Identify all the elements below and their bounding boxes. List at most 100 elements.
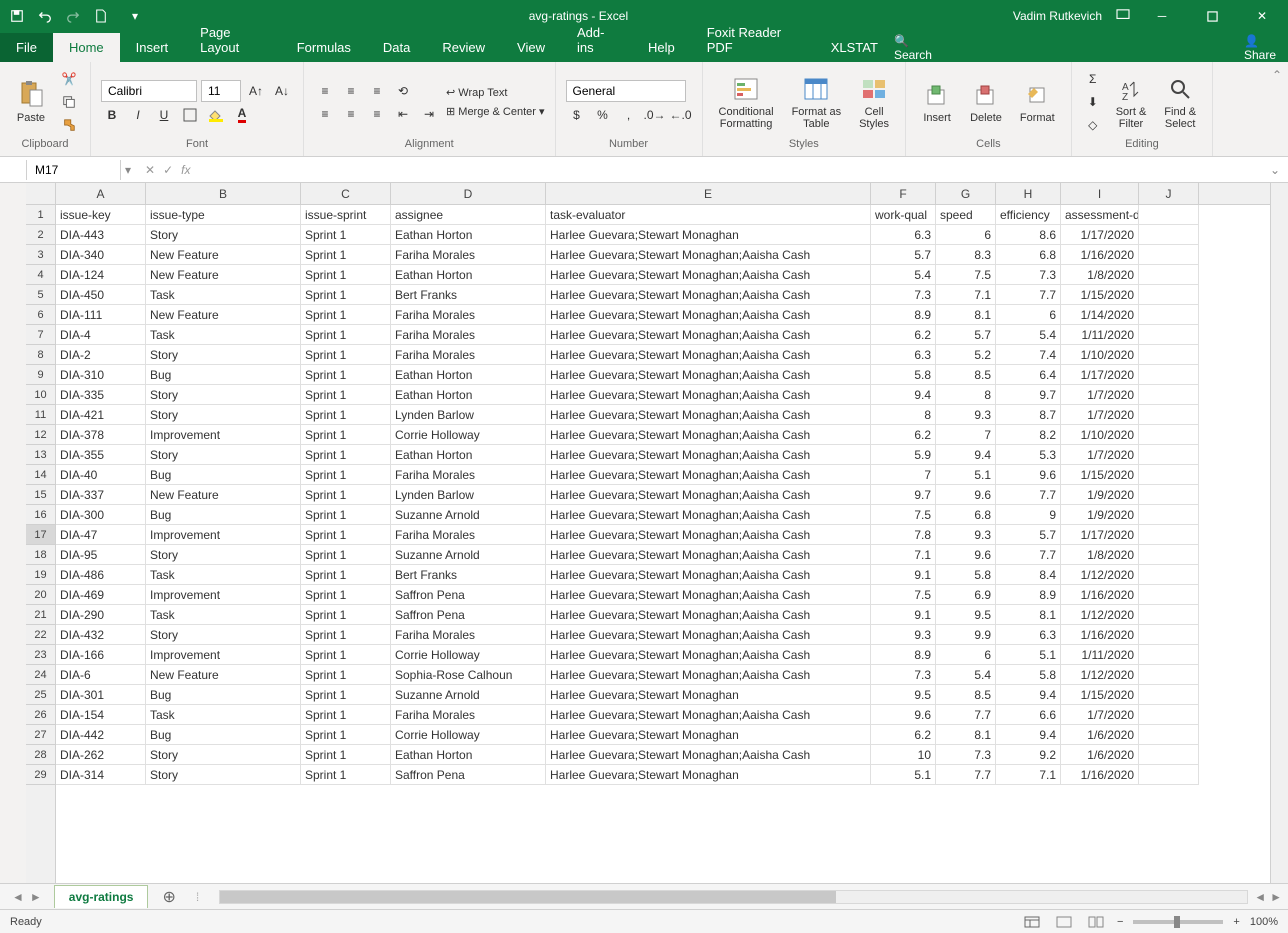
cell[interactable]: Lynden Barlow — [391, 485, 546, 505]
cell[interactable]: DIA-442 — [56, 725, 146, 745]
cell[interactable]: 9.4 — [936, 445, 996, 465]
expand-formula-icon[interactable]: ⌄ — [1262, 163, 1288, 177]
cell[interactable]: Sprint 1 — [301, 485, 391, 505]
cell[interactable]: Harlee Guevara;Stewart Monaghan;Aaisha C… — [546, 385, 871, 405]
cell[interactable]: 6.2 — [871, 425, 936, 445]
cell[interactable]: DIA-111 — [56, 305, 146, 325]
cell[interactable]: Sprint 1 — [301, 365, 391, 385]
collapse-ribbon-icon[interactable]: ⌃ — [1272, 68, 1282, 82]
cell[interactable]: 1/7/2020 — [1061, 405, 1139, 425]
cell[interactable] — [1139, 765, 1199, 785]
col-header-I[interactable]: I — [1061, 183, 1139, 204]
row-header[interactable]: 22 — [26, 625, 55, 645]
cell[interactable]: Story — [146, 625, 301, 645]
cell[interactable]: DIA-95 — [56, 545, 146, 565]
cell[interactable]: 7.5 — [871, 585, 936, 605]
cell[interactable]: Sprint 1 — [301, 245, 391, 265]
cell[interactable]: Sprint 1 — [301, 225, 391, 245]
cell[interactable]: assessment-date — [1061, 205, 1139, 225]
cell[interactable]: DIA-310 — [56, 365, 146, 385]
cell[interactable]: 6.4 — [996, 365, 1061, 385]
tab-file[interactable]: File — [0, 33, 53, 62]
cell[interactable]: 1/14/2020 — [1061, 305, 1139, 325]
cell[interactable]: 8.1 — [936, 725, 996, 745]
cell[interactable]: Harlee Guevara;Stewart Monaghan;Aaisha C… — [546, 745, 871, 765]
row-header[interactable]: 15 — [26, 485, 55, 505]
decrease-font-icon[interactable]: A↓ — [271, 81, 293, 101]
cell[interactable]: Sprint 1 — [301, 405, 391, 425]
new-icon[interactable] — [92, 7, 110, 25]
row-header[interactable]: 9 — [26, 365, 55, 385]
sort-filter-button[interactable]: AZSort & Filter — [1110, 73, 1153, 132]
cell[interactable]: 7.7 — [936, 705, 996, 725]
cell[interactable]: 5.9 — [871, 445, 936, 465]
cell[interactable]: 8.5 — [936, 365, 996, 385]
cell[interactable]: Harlee Guevara;Stewart Monaghan;Aaisha C… — [546, 545, 871, 565]
clear-icon[interactable]: ◇ — [1082, 115, 1104, 135]
cell[interactable]: DIA-432 — [56, 625, 146, 645]
row-header[interactable]: 19 — [26, 565, 55, 585]
cell[interactable]: Harlee Guevara;Stewart Monaghan;Aaisha C… — [546, 325, 871, 345]
cell[interactable]: 6.9 — [936, 585, 996, 605]
cell[interactable] — [1139, 325, 1199, 345]
user-name[interactable]: Vadim Rutkevich — [1013, 9, 1102, 23]
cell[interactable]: Fariha Morales — [391, 525, 546, 545]
cell[interactable]: 7.3 — [871, 285, 936, 305]
cell[interactable]: DIA-124 — [56, 265, 146, 285]
cell[interactable]: 9.3 — [871, 625, 936, 645]
cell[interactable]: 5.7 — [936, 325, 996, 345]
cell[interactable]: 5.4 — [936, 665, 996, 685]
cell[interactable]: Harlee Guevara;Stewart Monaghan;Aaisha C… — [546, 345, 871, 365]
cell[interactable] — [1139, 485, 1199, 505]
cell[interactable]: 9.6 — [936, 545, 996, 565]
cell[interactable]: 8.9 — [996, 585, 1061, 605]
cell[interactable]: 9.3 — [936, 405, 996, 425]
cell[interactable]: Task — [146, 605, 301, 625]
row-header[interactable]: 13 — [26, 445, 55, 465]
cell[interactable]: Harlee Guevara;Stewart Monaghan;Aaisha C… — [546, 465, 871, 485]
cell[interactable]: Harlee Guevara;Stewart Monaghan — [546, 685, 871, 705]
cell[interactable]: Harlee Guevara;Stewart Monaghan;Aaisha C… — [546, 485, 871, 505]
save-icon[interactable] — [8, 7, 26, 25]
cell[interactable]: 1/15/2020 — [1061, 685, 1139, 705]
cell[interactable]: Sprint 1 — [301, 585, 391, 605]
cell[interactable]: Fariha Morales — [391, 305, 546, 325]
cell[interactable]: Harlee Guevara;Stewart Monaghan;Aaisha C… — [546, 525, 871, 545]
cell[interactable]: 8.6 — [996, 225, 1061, 245]
conditional-formatting-button[interactable]: Conditional Formatting — [713, 73, 780, 132]
view-normal-icon[interactable] — [1021, 913, 1043, 931]
tab-help[interactable]: Help — [632, 33, 691, 62]
row-header[interactable]: 20 — [26, 585, 55, 605]
cell[interactable]: 9.6 — [936, 485, 996, 505]
tab-xlstat[interactable]: XLSTAT — [815, 33, 894, 62]
cell[interactable]: 1/12/2020 — [1061, 665, 1139, 685]
cell[interactable]: Sprint 1 — [301, 265, 391, 285]
cell[interactable]: 9.5 — [871, 685, 936, 705]
cell[interactable]: DIA-337 — [56, 485, 146, 505]
cell[interactable]: Story — [146, 445, 301, 465]
cell[interactable]: Story — [146, 765, 301, 785]
cell[interactable]: Saffron Pena — [391, 765, 546, 785]
cell[interactable]: task-evaluator — [546, 205, 871, 225]
orientation-icon[interactable]: ⟲ — [392, 81, 414, 101]
cell[interactable]: 9.4 — [996, 685, 1061, 705]
cell[interactable]: New Feature — [146, 245, 301, 265]
cell[interactable]: 8.7 — [996, 405, 1061, 425]
cell[interactable]: Sprint 1 — [301, 445, 391, 465]
redo-icon[interactable] — [64, 7, 82, 25]
view-layout-icon[interactable] — [1053, 913, 1075, 931]
cell[interactable]: 6.3 — [871, 345, 936, 365]
cell[interactable] — [1139, 425, 1199, 445]
cell[interactable]: Fariha Morales — [391, 625, 546, 645]
cell[interactable]: 7.7 — [936, 765, 996, 785]
cell[interactable]: Sprint 1 — [301, 745, 391, 765]
cell[interactable]: DIA-335 — [56, 385, 146, 405]
cell[interactable]: 7 — [871, 465, 936, 485]
cell[interactable]: Eathan Horton — [391, 225, 546, 245]
cell[interactable]: 7.3 — [871, 665, 936, 685]
cell[interactable]: 7.5 — [936, 265, 996, 285]
cell[interactable]: Saffron Pena — [391, 605, 546, 625]
row-header[interactable]: 26 — [26, 705, 55, 725]
cell[interactable]: Story — [146, 225, 301, 245]
cell[interactable]: DIA-2 — [56, 345, 146, 365]
